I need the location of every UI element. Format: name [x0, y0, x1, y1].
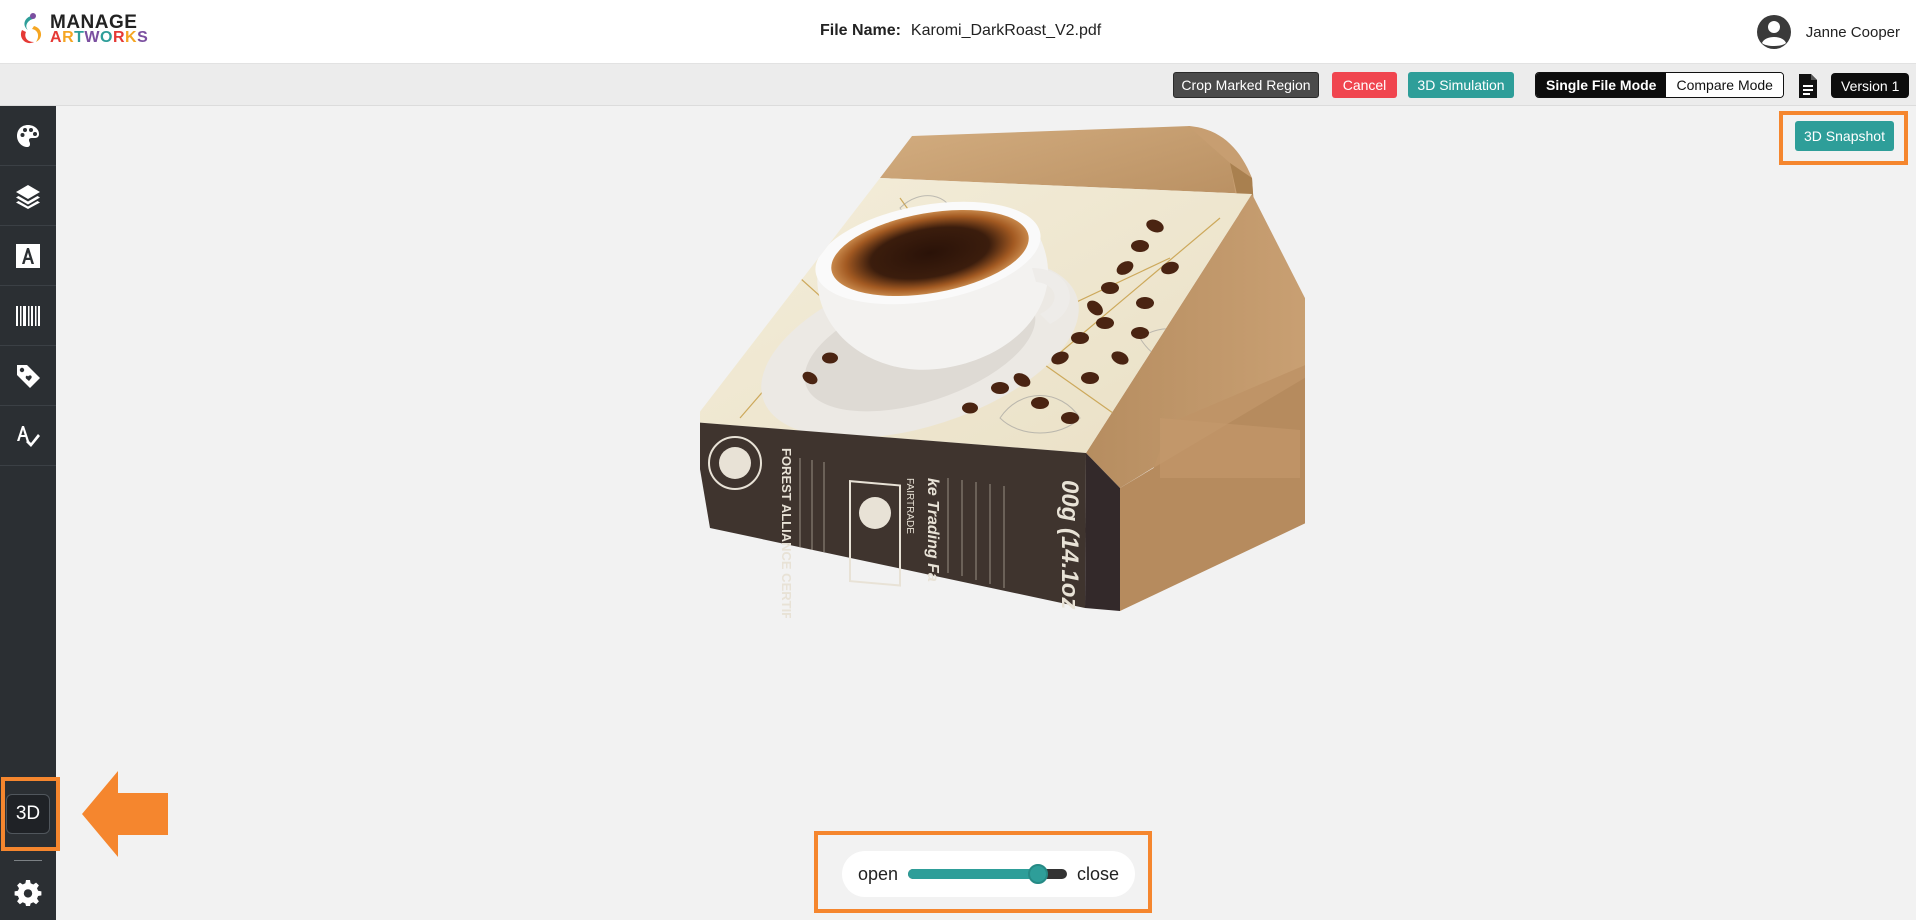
- fairtrade-text: FAIRTRADE: [904, 478, 915, 534]
- certification-text: FOREST ALLIANCE CERTIFICATION: [779, 448, 794, 618]
- highlight-slider: [814, 831, 1152, 913]
- app-header: MANAGE ARTWORKS File Name: Karomi_DarkRoa…: [0, 0, 1916, 64]
- sidebar-item-layers[interactable]: [0, 166, 56, 226]
- file-name-label: File Name:: [820, 22, 901, 39]
- logo-mark-icon: [20, 13, 42, 44]
- sidebar-item-colors[interactable]: [0, 106, 56, 166]
- file-mode-toggle: Single File Mode Compare Mode: [1535, 72, 1784, 98]
- tag-icon: [17, 364, 40, 388]
- highlight-snapshot: [1779, 111, 1908, 165]
- arrow-left-icon: [82, 771, 168, 857]
- weight-text: 00g (14.1oz: [1056, 480, 1083, 609]
- action-toolbar: Crop Marked Region Cancel 3D Simulation …: [0, 64, 1916, 106]
- highlight-3d-mode: [1, 777, 60, 851]
- 3d-simulation-button[interactable]: 3D Simulation: [1408, 72, 1514, 98]
- single-file-mode-button[interactable]: Single File Mode: [1536, 73, 1667, 97]
- palette-icon: [17, 124, 39, 147]
- sidebar-item-text[interactable]: [0, 226, 56, 286]
- user-menu[interactable]: Janne Cooper: [1756, 14, 1900, 50]
- cancel-button[interactable]: Cancel: [1332, 72, 1397, 98]
- gear-icon: [14, 880, 42, 906]
- version-badge[interactable]: Version 1: [1831, 73, 1910, 98]
- brand-logo[interactable]: MANAGE ARTWORKS: [16, 12, 148, 48]
- user-name: Janne Cooper: [1805, 23, 1900, 41]
- file-name-value: Karomi_DarkRoast_V2.pdf: [910, 22, 1102, 39]
- document-icon[interactable]: [1797, 73, 1819, 99]
- 3d-package-model[interactable]: FOREST ALLIANCE CERTIFICATION FAIRTRADE …: [700, 118, 1305, 618]
- trading-text: ke Trading Fa: [924, 478, 941, 582]
- barcode-icon: [16, 305, 40, 326]
- sidebar-divider: [14, 860, 42, 861]
- text-icon: [16, 243, 40, 268]
- layers-icon: [16, 184, 40, 209]
- brand-line2: ARTWORKS: [50, 29, 149, 46]
- sidebar-item-barcode[interactable]: [0, 286, 56, 346]
- compare-mode-button[interactable]: Compare Mode: [1666, 73, 1783, 97]
- spellcheck-icon: [17, 425, 40, 447]
- sidebar-item-tags[interactable]: [0, 346, 56, 406]
- crop-marked-region-button[interactable]: Crop Marked Region: [1173, 72, 1319, 98]
- sidebar-item-spellcheck[interactable]: [0, 406, 56, 466]
- user-circle-icon: [1756, 15, 1791, 49]
- brand-line1: MANAGE: [50, 12, 138, 33]
- file-name-display: File Name: Karomi_DarkRoast_V2.pdf: [820, 22, 1101, 40]
- brand-name: MANAGE ARTWORKS: [50, 12, 149, 46]
- settings-button[interactable]: [0, 866, 56, 920]
